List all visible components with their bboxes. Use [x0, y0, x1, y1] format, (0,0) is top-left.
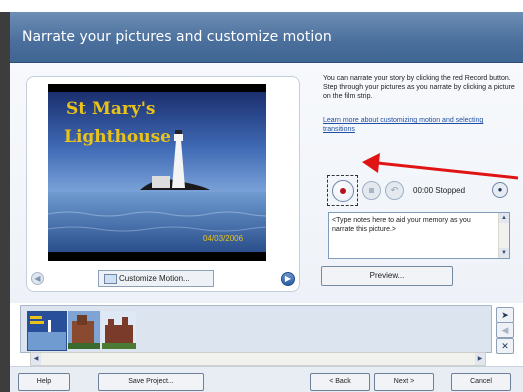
film-strip-thumb-1[interactable]	[27, 311, 67, 351]
scroll-up-icon[interactable]: ▲	[499, 213, 509, 223]
undo-button[interactable]: ↶	[385, 181, 404, 200]
stop-icon	[369, 188, 374, 193]
record-button[interactable]	[332, 180, 354, 202]
record-icon	[340, 188, 346, 194]
stop-button[interactable]	[362, 181, 381, 200]
scroll-down-icon[interactable]: ▼	[499, 248, 509, 258]
film-strip-scrollbar[interactable]: ◀ ▶	[30, 352, 486, 366]
film-strip-thumb-3[interactable]	[102, 311, 136, 349]
microphone-icon[interactable]: ●	[492, 182, 508, 198]
film-strip	[20, 305, 492, 353]
scroll-left-icon[interactable]: ◀	[31, 353, 41, 365]
notes-text: <Type notes here to aid your memory as y…	[332, 217, 471, 233]
back-button[interactable]: < Back	[310, 373, 370, 391]
arrow-left-icon[interactable]: ◀	[496, 322, 514, 338]
notes-textarea[interactable]: <Type notes here to aid your memory as y…	[328, 212, 510, 259]
help-button[interactable]: Help	[18, 373, 70, 391]
footer-bar	[10, 366, 523, 392]
undo-icon: ↶	[390, 185, 399, 195]
close-icon[interactable]: ✕	[496, 338, 514, 354]
arrow-right-icon[interactable]: ➤	[496, 307, 514, 323]
scroll-right-icon[interactable]: ▶	[475, 353, 485, 365]
cancel-button[interactable]: Cancel	[451, 373, 511, 391]
save-project-button[interactable]: Save Project...	[98, 373, 204, 391]
notes-scrollbar[interactable]: ▲ ▼	[498, 213, 509, 258]
wizard-window: Narrate your pictures and customize moti…	[0, 0, 523, 392]
preview-button[interactable]: Preview...	[321, 266, 453, 286]
next-button[interactable]: Next >	[374, 373, 434, 391]
recording-status: 00:00 Stopped	[413, 186, 466, 195]
film-strip-thumb-2[interactable]	[68, 311, 100, 349]
